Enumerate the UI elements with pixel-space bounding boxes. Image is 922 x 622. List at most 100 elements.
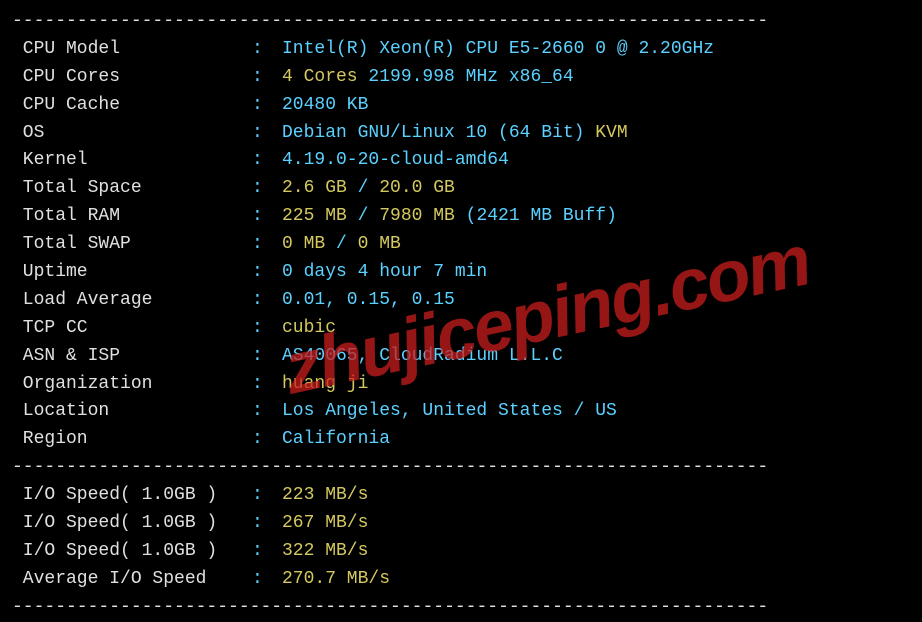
row-label: I/O Speed( 1.0GB ) — [12, 510, 252, 538]
value-part: 2199.998 MHz x86_64 — [368, 67, 573, 87]
info-row: CPU Model: Intel(R) Xeon(R) CPU E5-2660 … — [12, 36, 910, 64]
info-row: I/O Speed( 1.0GB ): 322 MB/s — [12, 538, 910, 566]
value-part: 223 MB/s — [282, 485, 368, 505]
row-label: Region — [12, 426, 252, 454]
value-part: (2421 MB Buff) — [466, 206, 617, 226]
row-value: huang ji — [282, 371, 910, 399]
value-part: 20480 KB — [282, 95, 368, 115]
row-label: I/O Speed( 1.0GB ) — [12, 538, 252, 566]
value-part: 4 Cores — [282, 67, 368, 87]
value-part: 20.0 GB — [379, 178, 455, 198]
row-value: 4 Cores 2199.998 MHz x86_64 — [282, 64, 910, 92]
row-value: 20480 KB — [282, 92, 910, 120]
row-colon: : — [252, 64, 282, 92]
info-row: Total Space: 2.6 GB / 20.0 GB — [12, 175, 910, 203]
row-value: 267 MB/s — [282, 510, 910, 538]
value-part: / — [358, 178, 380, 198]
row-value: AS40065, CloudRadium L.L.C — [282, 343, 910, 371]
value-part: 322 MB/s — [282, 541, 368, 561]
info-row: Total SWAP: 0 MB / 0 MB — [12, 231, 910, 259]
value-part: Debian GNU/Linux 10 (64 Bit) — [282, 123, 595, 143]
row-value: Intel(R) Xeon(R) CPU E5-2660 0 @ 2.20GHz — [282, 36, 910, 64]
row-colon: : — [252, 426, 282, 454]
row-colon: : — [252, 231, 282, 259]
row-label: Total Space — [12, 175, 252, 203]
row-colon: : — [252, 203, 282, 231]
row-label: Total RAM — [12, 203, 252, 231]
info-row: Region: California — [12, 426, 910, 454]
info-row: OS: Debian GNU/Linux 10 (64 Bit) KVM — [12, 120, 910, 148]
info-row: Location: Los Angeles, United States / U… — [12, 398, 910, 426]
info-row: CPU Cache: 20480 KB — [12, 92, 910, 120]
row-label: OS — [12, 120, 252, 148]
row-value: cubic — [282, 315, 910, 343]
info-row: I/O Speed( 1.0GB ): 223 MB/s — [12, 482, 910, 510]
row-label: TCP CC — [12, 315, 252, 343]
row-label: CPU Cache — [12, 92, 252, 120]
value-part: / — [336, 234, 358, 254]
row-value: California — [282, 426, 910, 454]
row-label: Kernel — [12, 147, 252, 175]
row-value: Debian GNU/Linux 10 (64 Bit) KVM — [282, 120, 910, 148]
value-part: 0 MB — [282, 234, 336, 254]
value-part: California — [282, 429, 390, 449]
row-value: 322 MB/s — [282, 538, 910, 566]
row-colon: : — [252, 36, 282, 64]
row-label: ASN & ISP — [12, 343, 252, 371]
value-part: 225 MB — [282, 206, 358, 226]
info-row: Average I/O Speed: 270.7 MB/s — [12, 566, 910, 594]
row-colon: : — [252, 398, 282, 426]
info-row: ASN & ISP: AS40065, CloudRadium L.L.C — [12, 343, 910, 371]
row-label: Load Average — [12, 287, 252, 315]
row-colon: : — [252, 510, 282, 538]
value-part: 270.7 MB/s — [282, 569, 390, 589]
value-part: cubic — [282, 318, 336, 338]
value-part: 7980 MB — [379, 206, 465, 226]
info-row: TCP CC: cubic — [12, 315, 910, 343]
value-part: Intel(R) Xeon(R) CPU E5-2660 0 @ 2.20GHz — [282, 39, 714, 59]
info-row: Uptime: 0 days 4 hour 7 min — [12, 259, 910, 287]
row-colon: : — [252, 315, 282, 343]
row-colon: : — [252, 482, 282, 510]
row-label: CPU Cores — [12, 64, 252, 92]
info-row: Organization: huang ji — [12, 371, 910, 399]
row-label: Location — [12, 398, 252, 426]
row-value: 4.19.0-20-cloud-amd64 — [282, 147, 910, 175]
row-label: Organization — [12, 371, 252, 399]
value-part: 0 MB — [358, 234, 401, 254]
value-part: Los Angeles, United States / US — [282, 401, 617, 421]
row-colon: : — [252, 566, 282, 594]
row-label: Total SWAP — [12, 231, 252, 259]
value-part: 0.01, 0.15, 0.15 — [282, 290, 455, 310]
info-row: I/O Speed( 1.0GB ): 267 MB/s — [12, 510, 910, 538]
row-value: Los Angeles, United States / US — [282, 398, 910, 426]
row-label: Average I/O Speed — [12, 566, 252, 594]
row-label: Uptime — [12, 259, 252, 287]
row-colon: : — [252, 538, 282, 566]
value-part: 267 MB/s — [282, 513, 368, 533]
value-part: / — [358, 206, 380, 226]
value-part: KVM — [595, 123, 627, 143]
row-value: 0 days 4 hour 7 min — [282, 259, 910, 287]
row-value: 225 MB / 7980 MB (2421 MB Buff) — [282, 203, 910, 231]
row-colon: : — [252, 92, 282, 120]
divider-top: ----------------------------------------… — [12, 8, 910, 36]
row-colon: : — [252, 147, 282, 175]
value-part: 2.6 GB — [282, 178, 358, 198]
info-row: Kernel: 4.19.0-20-cloud-amd64 — [12, 147, 910, 175]
row-colon: : — [252, 287, 282, 315]
row-colon: : — [252, 371, 282, 399]
info-row: Total RAM: 225 MB / 7980 MB (2421 MB Buf… — [12, 203, 910, 231]
value-part: AS40065, CloudRadium L.L.C — [282, 346, 563, 366]
value-part: huang ji — [282, 374, 368, 394]
io-speed-block: I/O Speed( 1.0GB ): 223 MB/s I/O Speed( … — [12, 482, 910, 594]
row-value: 270.7 MB/s — [282, 566, 910, 594]
row-label: CPU Model — [12, 36, 252, 64]
row-colon: : — [252, 120, 282, 148]
row-value: 2.6 GB / 20.0 GB — [282, 175, 910, 203]
system-info-block: CPU Model: Intel(R) Xeon(R) CPU E5-2660 … — [12, 36, 910, 454]
value-part: 4.19.0-20-cloud-amd64 — [282, 150, 509, 170]
row-colon: : — [252, 343, 282, 371]
row-colon: : — [252, 259, 282, 287]
info-row: CPU Cores: 4 Cores 2199.998 MHz x86_64 — [12, 64, 910, 92]
